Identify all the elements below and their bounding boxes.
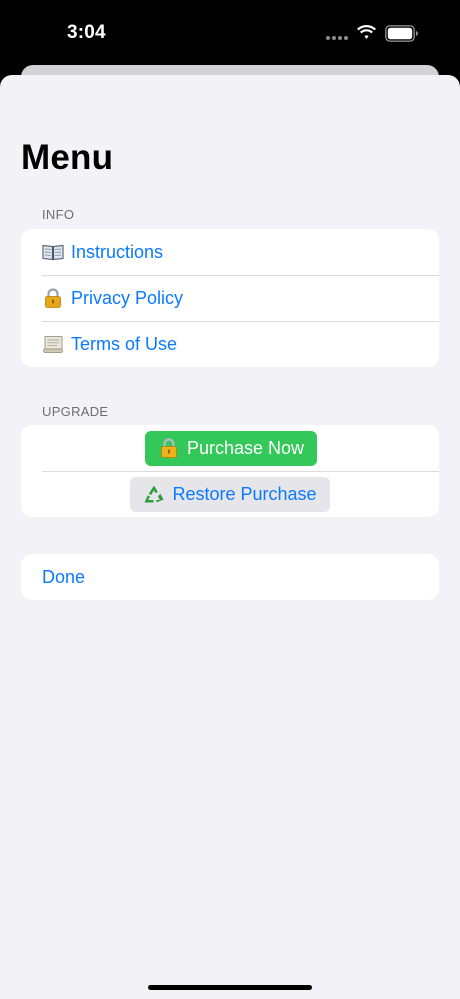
purchase-row: Purchase Now [21, 425, 439, 471]
instructions-label: Instructions [71, 241, 164, 262]
restore-purchase-button[interactable]: Restore Purchase [130, 476, 330, 512]
signal-dots-icon [326, 36, 350, 40]
purchase-now-label: Purchase Now [186, 437, 305, 458]
privacy-policy-link[interactable]: Privacy Policy [21, 275, 439, 321]
privacy-policy-label: Privacy Policy [71, 287, 184, 308]
lock-icon [158, 438, 180, 458]
status-time: 3:04 [67, 22, 106, 43]
page-title: Menu [21, 138, 114, 177]
instructions-link[interactable]: Instructions [21, 229, 439, 275]
lock-icon [42, 288, 64, 308]
done-label: Done [42, 566, 86, 587]
status-bar: 3:04 [0, 0, 460, 66]
screen: 3:04 Menu INFO Instructions Privacy Poli… [0, 0, 460, 999]
purchase-now-button[interactable]: Purchase Now [144, 430, 318, 466]
recycle-icon [143, 484, 165, 504]
home-indicator[interactable] [148, 985, 312, 990]
terms-of-use-link[interactable]: Terms of Use [21, 321, 439, 367]
section-header-upgrade: UPGRADE [42, 404, 109, 419]
upgrade-group: Purchase Now Restore Purchase [21, 425, 439, 517]
restore-purchase-label: Restore Purchase [172, 483, 317, 504]
done-group: Done [21, 554, 439, 600]
section-header-info: INFO [42, 207, 75, 222]
done-button[interactable]: Done [21, 554, 439, 600]
scroll-icon [42, 334, 64, 354]
battery-icon [385, 25, 418, 42]
info-group: Instructions Privacy Policy Terms of Use [21, 229, 439, 367]
restore-row: Restore Purchase [21, 471, 439, 517]
terms-of-use-label: Terms of Use [71, 333, 178, 354]
wifi-icon [357, 25, 376, 39]
book-icon [42, 242, 64, 262]
